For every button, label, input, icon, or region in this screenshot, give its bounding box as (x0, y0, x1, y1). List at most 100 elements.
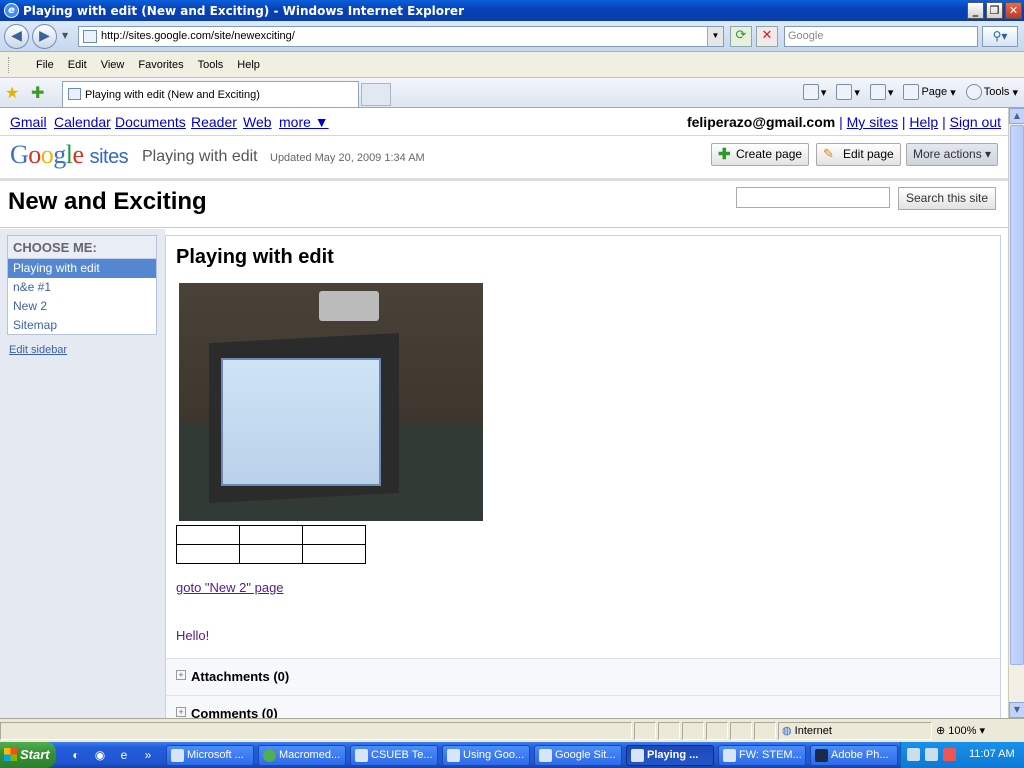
sidebar-item-ne1[interactable]: n&e #1 (8, 278, 156, 297)
forward-button[interactable]: ▶ (32, 24, 57, 49)
back-button[interactable]: ◀ (4, 24, 29, 49)
network-icon[interactable] (907, 748, 920, 761)
task-button[interactable]: FW: STEM... (718, 745, 806, 766)
task-label: Macromed... (279, 749, 341, 761)
create-page-button[interactable]: ✚ Create page (711, 143, 810, 166)
edit-sidebar-link[interactable]: Edit sidebar (9, 344, 67, 356)
site-title[interactable]: New and Exciting (8, 188, 207, 216)
restore-button[interactable]: ❐ (986, 2, 1003, 19)
more-actions-button[interactable]: More actions ▾ (906, 143, 999, 166)
table-cell (176, 544, 240, 564)
address-input[interactable]: http://sites.google.com/site/newexciting… (78, 26, 724, 47)
task-button[interactable]: Macromed... (258, 745, 346, 766)
status-cell (658, 722, 680, 740)
scroll-thumb[interactable] (1010, 125, 1024, 665)
task-button[interactable]: Google Sit... (534, 745, 622, 766)
expand-icon[interactable]: + (176, 707, 186, 717)
feeds-button[interactable]: ▾ (836, 84, 860, 100)
quicklaunch-icon[interactable]: ◐ (68, 747, 84, 763)
search-icon[interactable]: ⚲▾ (982, 26, 1018, 47)
address-dropdown-icon[interactable]: ▼ (707, 27, 723, 46)
windows-flag-icon (4, 748, 17, 761)
page-viewport: Gmail Calendar Documents Reader Web more… (0, 108, 1008, 718)
status-text-cell (0, 722, 632, 740)
search-input[interactable]: Google (784, 26, 978, 47)
menu-view[interactable]: View (94, 59, 132, 71)
task-button[interactable]: Adobe Ph... (810, 745, 898, 766)
print-button[interactable]: ▾ (869, 84, 893, 100)
ie-quicklaunch-icon[interactable]: e (116, 747, 132, 763)
calendar-link[interactable]: Calendar (54, 114, 111, 130)
toolbar-grip (8, 56, 23, 73)
close-button[interactable]: ✕ (1005, 2, 1022, 19)
vertical-scrollbar[interactable]: ▲ ▼ (1008, 108, 1024, 718)
menu-help[interactable]: Help (230, 59, 267, 71)
new-tab-button[interactable] (361, 83, 391, 106)
classroom-photo (179, 283, 483, 521)
task-button[interactable]: CSUEB Te... (350, 745, 438, 766)
task-button[interactable]: Microsoft ... (166, 745, 254, 766)
task-label: Google Sit... (555, 749, 616, 761)
expand-icon[interactable]: + (176, 670, 186, 680)
user-email: feliperazo@gmail.com (686, 114, 836, 130)
task-label: Microsoft ... (187, 749, 244, 761)
comments-label: Comments (0) (191, 706, 278, 718)
sidebar-item-sitemap[interactable]: Sitemap (8, 316, 156, 335)
quicklaunch-icon[interactable]: ◉ (92, 747, 108, 763)
stop-icon[interactable]: ✕ (756, 26, 778, 47)
menu-favorites[interactable]: Favorites (131, 59, 190, 71)
task-label: Adobe Ph... (831, 749, 889, 761)
status-cell (706, 722, 728, 740)
menu-file[interactable]: File (29, 59, 61, 71)
table-row (176, 544, 366, 564)
tools-menu-button[interactable]: Tools ▾ (965, 84, 1018, 100)
menu-tools[interactable]: Tools (191, 59, 231, 71)
zoom-control[interactable]: ⊕ 100% ▾ (936, 724, 985, 737)
history-dropdown-icon[interactable]: ▼ (62, 31, 68, 40)
goto-new2-link[interactable]: goto "New 2" page (176, 580, 284, 595)
help-link[interactable]: Help (909, 114, 938, 130)
sidebar-heading: CHOOSE ME: (8, 236, 156, 259)
alert-icon[interactable] (943, 748, 956, 761)
page-menu-button[interactable]: Page ▾ (903, 84, 956, 100)
reader-link[interactable]: Reader (191, 114, 237, 130)
clock[interactable]: 11:07 AM (969, 748, 1015, 760)
attachments-section[interactable]: + Attachments (0) (166, 658, 1000, 695)
tab-current[interactable]: Playing with edit (New and Exciting) (62, 81, 359, 107)
gmail-link[interactable]: Gmail (10, 114, 47, 130)
add-favorite-icon[interactable]: ✚ (31, 83, 44, 102)
scroll-up-icon[interactable]: ▲ (1009, 108, 1024, 124)
edit-page-button[interactable]: ✎ Edit page (816, 143, 901, 166)
site-search-input[interactable] (736, 187, 890, 208)
separator: | (839, 114, 843, 130)
favorites-star-icon[interactable]: ★ (5, 83, 19, 102)
volume-icon[interactable] (925, 748, 938, 761)
documents-link[interactable]: Documents (115, 114, 186, 130)
task-button[interactable]: Using Goo... (442, 745, 530, 766)
task-icon (631, 749, 644, 762)
address-url: http://sites.google.com/site/newexciting… (101, 30, 295, 42)
zoom-icon: ⊕ (936, 725, 946, 737)
overflow-chevron-icon[interactable]: » (140, 747, 156, 763)
page-content: Playing with edit goto "New 2" page Hell… (165, 235, 1001, 718)
task-button-active[interactable]: Playing ... (626, 745, 714, 766)
home-button[interactable]: ▾ (802, 84, 826, 100)
search-site-button[interactable]: Search this site (898, 187, 997, 210)
scroll-down-icon[interactable]: ▼ (1009, 702, 1024, 718)
printer-icon (869, 84, 886, 100)
minimize-button[interactable]: _ (967, 2, 984, 19)
more-link[interactable]: more ▼ (279, 114, 329, 130)
page-icon (903, 84, 920, 100)
comments-section[interactable]: + Comments (0) (166, 695, 1000, 718)
refresh-icon[interactable]: ⟳ (730, 26, 752, 47)
google-sites-logo[interactable]: Google sites (10, 140, 129, 170)
pencil-icon: ✎ (823, 146, 834, 161)
sign-out-link[interactable]: Sign out (950, 114, 1001, 130)
table-row (176, 525, 366, 545)
my-sites-link[interactable]: My sites (847, 114, 898, 130)
menu-edit[interactable]: Edit (61, 59, 94, 71)
start-button[interactable]: Start (0, 742, 56, 768)
web-link[interactable]: Web (243, 114, 272, 130)
sidebar-item-new2[interactable]: New 2 (8, 297, 156, 316)
sidebar-item-playing-with-edit[interactable]: Playing with edit (8, 259, 156, 278)
